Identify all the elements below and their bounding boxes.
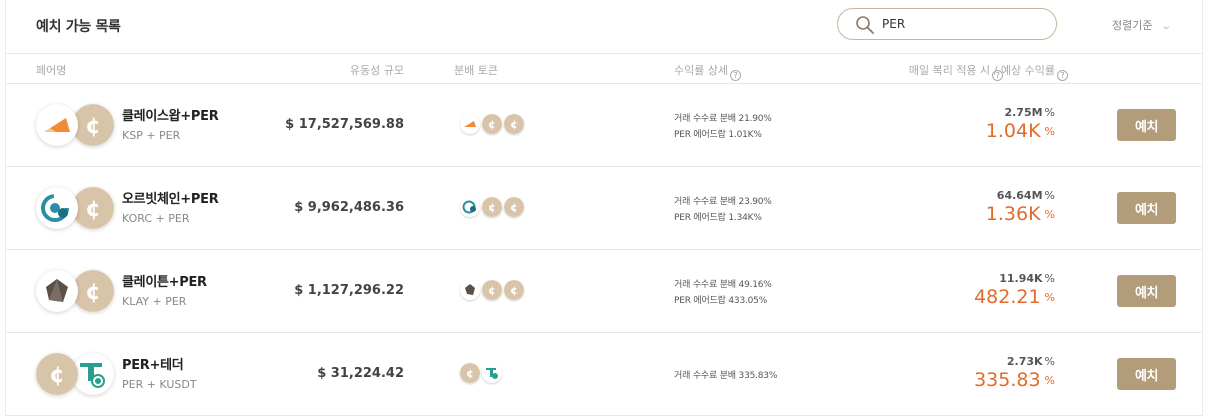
col-apr-detail: 수익률 상세? bbox=[674, 62, 742, 81]
list-header: 예치 가능 목록 정렬기준 ⌄ bbox=[6, 0, 1202, 54]
sort-dropdown[interactable]: 정렬기준 ⌄ bbox=[1112, 17, 1173, 33]
per-token-icon: ¢ bbox=[72, 270, 114, 312]
liquidity-value: $ 1,127,296.22 bbox=[294, 283, 404, 298]
table-row: ¢ PER+테더 PER + KUSDT $ 31,224.42 ¢ 거래 수수… bbox=[6, 333, 1202, 416]
apr-fee-share: 거래 수수료 분배 49.16% bbox=[674, 280, 772, 290]
svg-text:¢: ¢ bbox=[466, 367, 474, 380]
pair-token-icons: ¢ bbox=[36, 104, 116, 146]
question-circle-icon[interactable]: ? bbox=[730, 70, 742, 81]
compound-apy: 64.64M% bbox=[996, 189, 1055, 202]
search-input[interactable] bbox=[882, 14, 1042, 34]
per-token-icon: ¢ bbox=[72, 187, 114, 229]
pair-symbols: KORC + PER bbox=[122, 212, 190, 225]
pair-name: 오르빗체인+PER bbox=[122, 192, 219, 207]
svg-text:¢: ¢ bbox=[510, 201, 518, 214]
estimated-yield: 1.36K% bbox=[985, 203, 1055, 225]
compound-apy: 11.94K% bbox=[999, 272, 1055, 285]
klay-icon bbox=[460, 280, 480, 300]
page-title: 예치 가능 목록 bbox=[36, 19, 121, 35]
svg-text:¢: ¢ bbox=[85, 197, 100, 222]
pair-name: 클레이튼+PER bbox=[122, 275, 207, 290]
column-headers: 페어명 유동성 규모 분배 토큰 수익률 상세? 매일 복리 적용 시? / 예… bbox=[6, 54, 1202, 84]
svg-text:¢: ¢ bbox=[85, 280, 100, 305]
apr-fee-share: 거래 수수료 분배 335.83% bbox=[674, 371, 778, 381]
kusdt-icon bbox=[482, 363, 502, 383]
liquidity-value: $ 17,527,569.88 bbox=[285, 117, 404, 132]
per-token-icon: ¢ bbox=[482, 114, 502, 134]
table-row: ¢ 클레이스왑+PER KSP + PER $ 17,527,569.88 ¢ … bbox=[6, 84, 1202, 167]
korc-icon bbox=[36, 187, 78, 229]
liquidity-value: $ 9,962,486.36 bbox=[294, 200, 404, 215]
search-box[interactable] bbox=[837, 8, 1057, 40]
table-row: ¢ 클레이튼+PER KLAY + PER $ 1,127,296.22 ¢ ¢… bbox=[6, 250, 1202, 333]
svg-text:¢: ¢ bbox=[510, 284, 518, 297]
deposit-button[interactable]: 예치 bbox=[1117, 109, 1176, 141]
per-token-icon: ¢ bbox=[460, 363, 480, 383]
pair-token-icons: ¢ bbox=[36, 187, 116, 229]
pair-token-icons: ¢ bbox=[36, 353, 116, 395]
ksp-icon bbox=[36, 104, 78, 146]
pair-symbols: PER + KUSDT bbox=[122, 378, 197, 391]
col-distribution: 분배 토큰 bbox=[454, 64, 498, 77]
apr-airdrop: PER 에어드랍 433.05% bbox=[674, 296, 768, 306]
korc-icon bbox=[460, 197, 480, 217]
klay-icon bbox=[36, 270, 78, 312]
per-token-icon: ¢ bbox=[36, 353, 78, 395]
pair-token-icons: ¢ bbox=[36, 270, 116, 312]
svg-text:¢: ¢ bbox=[488, 284, 496, 297]
pair-symbols: KLAY + PER bbox=[122, 295, 187, 308]
sort-label: 정렬기준 bbox=[1112, 19, 1153, 32]
search-icon bbox=[856, 16, 874, 34]
apr-airdrop: PER 에어드랍 1.01K% bbox=[674, 130, 762, 140]
question-circle-icon[interactable]: ? bbox=[1057, 70, 1068, 81]
svg-text:¢: ¢ bbox=[510, 118, 518, 131]
estimated-yield: 482.21% bbox=[974, 286, 1055, 308]
estimated-yield: 335.83% bbox=[974, 369, 1055, 391]
svg-text:¢: ¢ bbox=[49, 363, 64, 388]
pair-symbols: KSP + PER bbox=[122, 129, 181, 142]
pair-name: 클레이스왑+PER bbox=[122, 109, 219, 124]
svg-text:¢: ¢ bbox=[488, 118, 496, 131]
per-token-icon: ¢ bbox=[482, 280, 502, 300]
compound-apy: 2.75M% bbox=[1004, 106, 1055, 119]
per-token-icon: ¢ bbox=[504, 197, 524, 217]
per-token-icon: ¢ bbox=[504, 280, 524, 300]
per-token-icon: ¢ bbox=[482, 197, 502, 217]
svg-text:¢: ¢ bbox=[488, 201, 496, 214]
liquidity-value: $ 31,224.42 bbox=[317, 366, 404, 381]
apr-fee-share: 거래 수수료 분배 23.90% bbox=[674, 197, 772, 207]
ksp-icon bbox=[460, 114, 480, 134]
apr-fee-share: 거래 수수료 분배 21.90% bbox=[674, 114, 772, 124]
pair-name: PER+테더 bbox=[122, 358, 184, 373]
kusdt-icon bbox=[72, 353, 114, 395]
apr-airdrop: PER 에어드랍 1.34K% bbox=[674, 213, 762, 223]
per-token-icon: ¢ bbox=[72, 104, 114, 146]
deposit-button[interactable]: 예치 bbox=[1117, 275, 1176, 307]
estimated-yield: 1.04K% bbox=[985, 120, 1055, 142]
deposit-button[interactable]: 예치 bbox=[1117, 358, 1176, 390]
col-pair: 페어명 bbox=[36, 64, 67, 77]
per-token-icon: ¢ bbox=[504, 114, 524, 134]
col-liquidity: 유동성 규모 bbox=[349, 64, 404, 77]
chevron-down-icon: ⌄ bbox=[1160, 21, 1173, 32]
question-circle-icon[interactable]: ? bbox=[992, 70, 1004, 81]
deposit-button[interactable]: 예치 bbox=[1117, 192, 1176, 224]
svg-text:¢: ¢ bbox=[85, 114, 100, 139]
deposit-list-panel: 예치 가능 목록 정렬기준 ⌄ 페어명 유동성 규모 분배 토큰 수익률 상세? … bbox=[5, 0, 1203, 416]
compound-apy: 2.73K% bbox=[1006, 355, 1055, 368]
col-estimate: 매일 복리 적용 시? / 예상 수익률? bbox=[909, 62, 1068, 81]
table-row: ¢ 오르빗체인+PER KORC + PER $ 9,962,486.36 ¢ … bbox=[6, 167, 1202, 250]
